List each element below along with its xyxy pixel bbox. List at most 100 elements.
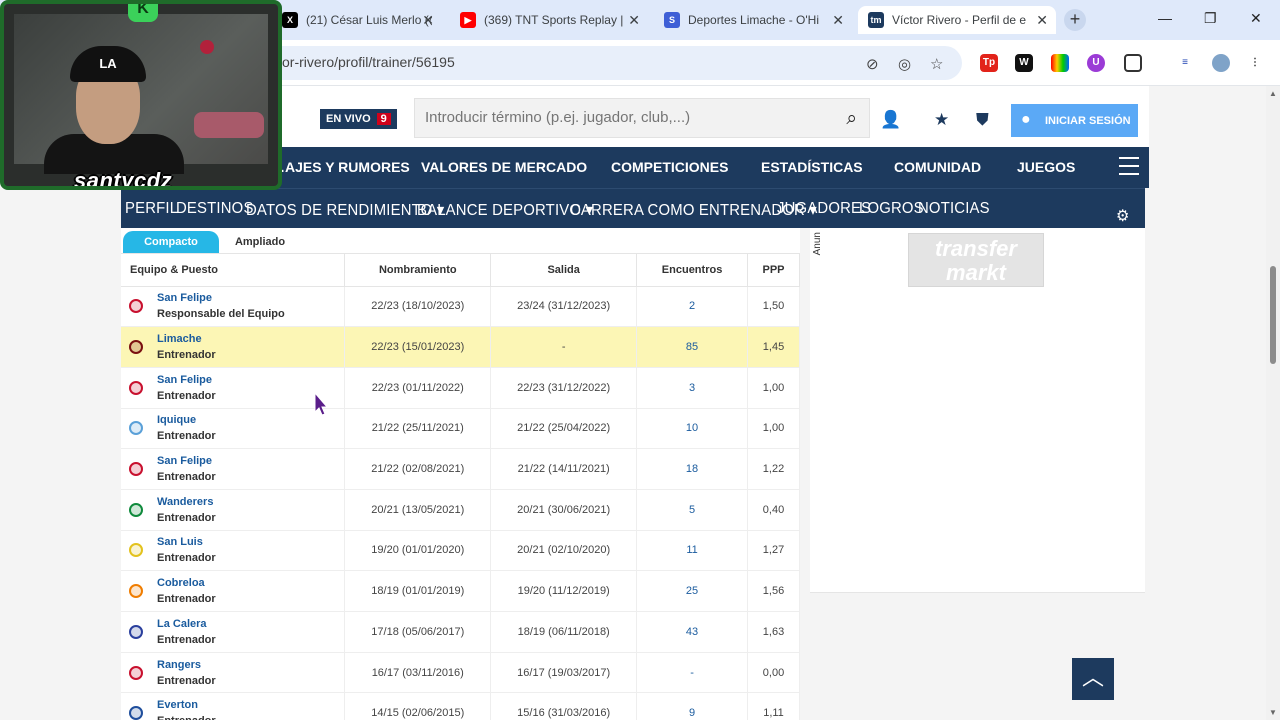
close-icon[interactable]: ✕ [1036, 12, 1048, 29]
matches-link[interactable]: 25 [636, 570, 749, 612]
subnav-achievements[interactable]: LOGROS [859, 200, 924, 218]
nav-item-transfers[interactable]: …AJES Y RUMORES [271, 159, 410, 175]
scroll-up-icon[interactable]: ▲ [1269, 89, 1277, 98]
extension-color-icon[interactable] [1051, 54, 1069, 72]
compact-view-tab[interactable]: Compacto [123, 231, 219, 253]
matches-link[interactable]: 10 [636, 408, 749, 450]
subnav-performance[interactable]: DATOS DE RENDIMIENTO ▾ [246, 200, 444, 220]
subnav-profile[interactable]: PERFIL [125, 200, 178, 218]
extended-view-tab[interactable]: Ampliado [221, 231, 299, 253]
team-link[interactable]: San Felipe [157, 290, 285, 306]
close-icon[interactable]: ✕ [832, 12, 844, 29]
matches-link[interactable]: 9 [636, 692, 749, 720]
club-crest-icon[interactable] [129, 543, 143, 558]
search-icon[interactable]: ⌕ [846, 108, 857, 130]
browser-tab-1[interactable]: X (21) César Luis Merlo (@C ✕ [272, 6, 442, 34]
user-search-icon[interactable]: 👤 [880, 110, 901, 130]
left-cell: 16/17 (19/03/2017) [490, 652, 638, 694]
extension-tp-icon[interactable]: Tp [980, 54, 998, 72]
ppp-cell: 1,63 [747, 611, 800, 653]
live-badge[interactable]: EN VIVO 9 [320, 109, 397, 129]
club-crest-icon[interactable] [129, 624, 143, 639]
url-field[interactable]: or-rivero/profil/trainer/56195 [240, 46, 962, 80]
subnav-news[interactable]: NOTICIAS [918, 200, 990, 218]
browser-tab-3[interactable]: S Deportes Limache - O'Hi ✕ [654, 6, 852, 34]
club-crest-icon[interactable] [129, 421, 143, 436]
nav-item-community[interactable]: COMUNIDAD [894, 159, 981, 175]
nav-item-market-values[interactable]: VALORES DE MERCADO [421, 159, 587, 175]
page-scrollbar[interactable]: ▲ ▼ [1266, 86, 1280, 720]
team-link[interactable]: Limache [157, 331, 216, 347]
header-left[interactable]: Salida [490, 254, 638, 287]
matches-link[interactable]: 43 [636, 611, 749, 653]
search-input[interactable] [415, 99, 815, 136]
header-team-role[interactable]: Equipo & Puesto [121, 254, 346, 287]
window-close-icon[interactable]: ✕ [1250, 10, 1262, 27]
login-button[interactable]: ● INICIAR SESIÓN [1011, 104, 1138, 137]
media-control-icon[interactable]: ≡ [1176, 54, 1194, 72]
hamburger-menu-icon[interactable] [1119, 157, 1139, 181]
shield-plus-icon[interactable]: ⛊ [976, 110, 989, 130]
matches-link[interactable]: 18 [636, 448, 749, 490]
subnav-destinations[interactable]: DESTINOS [176, 200, 254, 218]
matches-link[interactable]: 11 [636, 530, 749, 572]
extensions-puzzle-icon[interactable] [1124, 54, 1142, 72]
nav-item-games[interactable]: JUEGOS [1017, 159, 1075, 175]
header-matches[interactable]: Encuentros [636, 254, 749, 287]
restore-icon[interactable]: ❐ [1204, 10, 1217, 27]
nav-item-competitions[interactable]: COMPETICIONES [611, 159, 728, 175]
bookmark-icon[interactable]: ★ [934, 110, 949, 130]
profile-avatar[interactable] [1212, 54, 1230, 72]
matches-link[interactable]: - [636, 652, 749, 694]
extension-w-icon[interactable]: W [1015, 54, 1033, 72]
site-icon: S [664, 12, 680, 28]
minimize-icon[interactable]: — [1158, 10, 1172, 26]
table-row: Limache Entrenador 22/23 (15/01/2023) -85 1,… [121, 326, 800, 368]
club-crest-icon[interactable] [129, 706, 143, 720]
close-icon[interactable]: ✕ [422, 12, 434, 29]
scroll-down-icon[interactable]: ▼ [1269, 708, 1277, 717]
ppp-cell: 1,11 [747, 692, 800, 720]
new-tab-button[interactable]: + [1064, 9, 1086, 31]
matches-link[interactable]: 85 [636, 326, 749, 368]
team-link[interactable]: Iquique [157, 412, 216, 428]
team-link[interactable]: La Calera [157, 616, 216, 632]
camera-blocked-icon[interactable]: ⊘ [866, 55, 879, 73]
team-link[interactable]: Cobreloa [157, 575, 216, 591]
close-icon[interactable]: ✕ [628, 12, 640, 29]
subnav-record[interactable]: BALANCE DEPORTIVO ▾ [417, 200, 593, 220]
team-link[interactable]: Wanderers [157, 494, 216, 510]
team-link[interactable]: San Felipe [157, 372, 216, 388]
table-row: San Felipe Entrenador 22/23 (01/11/2022) 22… [121, 367, 800, 409]
team-link[interactable]: San Felipe [157, 453, 216, 469]
extension-u-icon[interactable]: U [1087, 54, 1105, 72]
team-link[interactable]: Everton [157, 697, 216, 713]
scroll-thumb[interactable] [1270, 266, 1276, 364]
subnav-players[interactable]: JUGADORES [777, 200, 871, 218]
eye-off-icon[interactable]: ◎ [898, 55, 911, 73]
scroll-to-top-button[interactable]: ︿ [1072, 658, 1114, 700]
team-link[interactable]: San Luis [157, 534, 216, 550]
browser-menu-icon[interactable]: ⋮ [1246, 54, 1264, 72]
club-crest-icon[interactable] [129, 665, 143, 680]
club-crest-icon[interactable] [129, 340, 143, 355]
club-crest-icon[interactable] [129, 380, 143, 395]
appointed-cell: 22/23 (15/01/2023) [344, 326, 492, 368]
matches-link[interactable]: 3 [636, 367, 749, 409]
team-link[interactable]: Rangers [157, 657, 216, 673]
left-cell: 23/24 (31/12/2023) [490, 286, 638, 328]
role-text: Entrenador [157, 389, 216, 402]
club-crest-icon[interactable] [129, 584, 143, 599]
club-crest-icon[interactable] [129, 299, 143, 314]
header-appointed[interactable]: Nombramiento [344, 254, 492, 287]
bookmark-star-icon[interactable]: ☆ [930, 55, 943, 73]
club-crest-icon[interactable] [129, 462, 143, 477]
matches-link[interactable]: 2 [636, 286, 749, 328]
team-cell: Rangers Entrenador [121, 652, 346, 694]
browser-tab-2[interactable]: ▶ (369) TNT Sports Replay | ✕ [450, 6, 648, 34]
nav-item-statistics[interactable]: ESTADÍSTICAS [761, 159, 863, 175]
browser-tab-4-active[interactable]: tm Víctor Rivero - Perfil de e ✕ [858, 6, 1056, 34]
club-crest-icon[interactable] [129, 502, 143, 517]
matches-link[interactable]: 5 [636, 489, 749, 531]
header-ppp[interactable]: PPP [747, 254, 800, 287]
